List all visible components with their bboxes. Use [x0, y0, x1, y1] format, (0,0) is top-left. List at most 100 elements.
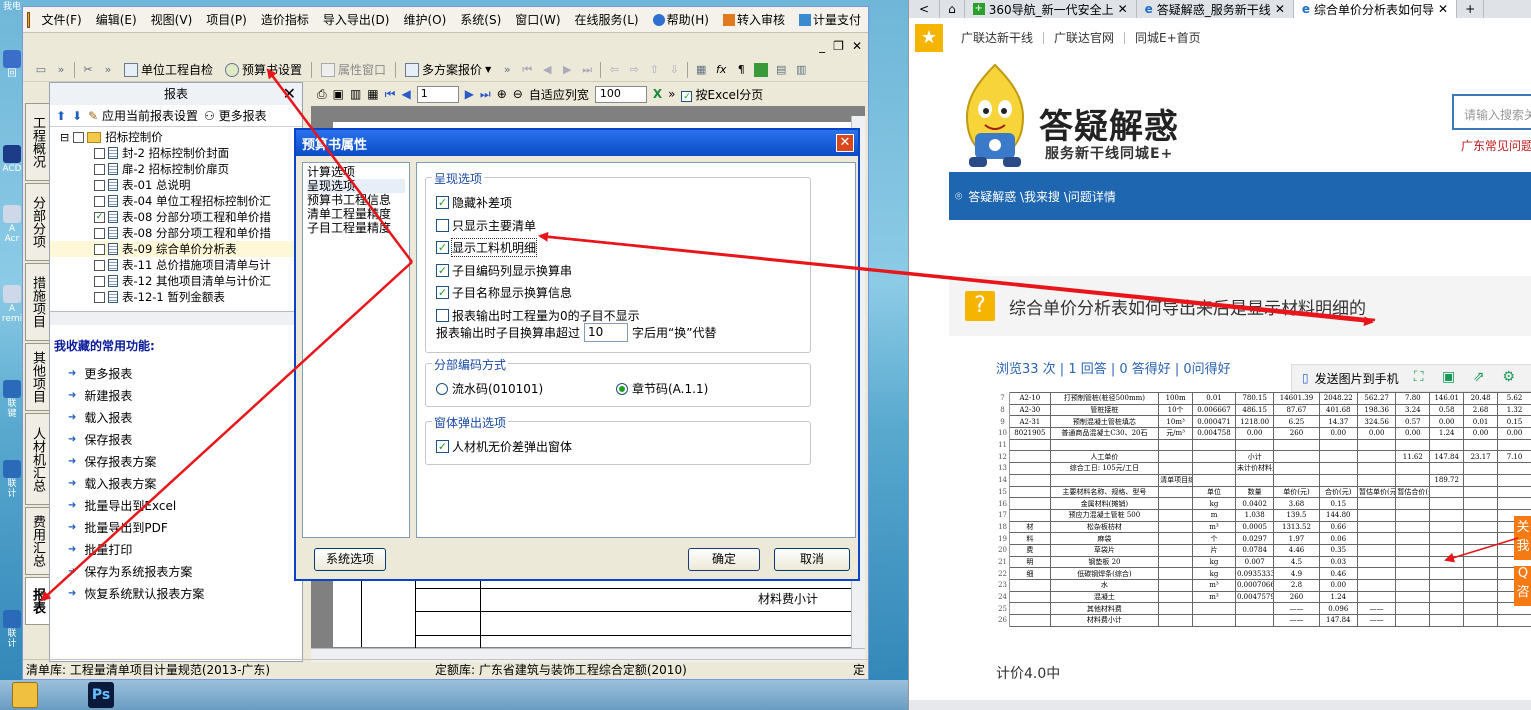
folder-taskbar-icon[interactable]: [12, 682, 38, 708]
checkbox[interactable]: [94, 179, 105, 191]
apply-report-settings-button[interactable]: ✎ 应用当前报表设置: [88, 107, 198, 124]
toolbar-more-icon[interactable]: »: [500, 63, 514, 77]
cut-icon[interactable]: ✂: [81, 63, 95, 77]
report-tree-item[interactable]: 表-04 单位工程招标控制价汇: [50, 193, 302, 209]
report-tree-item[interactable]: 封-2 招标控制价封面: [50, 145, 302, 161]
faq-link[interactable]: 广东常见问题: [1461, 137, 1531, 154]
menu-import-export[interactable]: 导入导出(D): [316, 11, 397, 28]
display-option[interactable]: ✓ 显示工料机明细: [436, 238, 538, 257]
system-options-button[interactable]: 系统选项: [314, 548, 386, 571]
checkbox[interactable]: [94, 275, 105, 287]
desktop-icon[interactable]: 联 计: [0, 460, 24, 499]
multi-page-icon[interactable]: ▦: [367, 87, 378, 101]
favorite-function-link[interactable]: ➜ 批量打印: [50, 538, 302, 560]
dialog-category-item[interactable]: 预算书工程信息: [307, 193, 405, 207]
menu-window[interactable]: 窗口(W): [508, 11, 567, 28]
move-down-icon[interactable]: ⬇: [72, 109, 82, 123]
checkbox[interactable]: [94, 227, 105, 239]
dialog-category-item[interactable]: 计算选项: [307, 165, 405, 179]
collapse-icon[interactable]: ⊟: [60, 131, 69, 144]
favorite-function-link[interactable]: ➜ 批量导出到PDF: [50, 516, 302, 538]
app-logo-icon[interactable]: [27, 11, 31, 28]
zoom-out-icon[interactable]: ⊖: [513, 87, 523, 101]
zoom-in-icon[interactable]: ⊕: [497, 87, 507, 101]
prev-page-icon[interactable]: ◀: [401, 87, 410, 101]
favorite-function-link[interactable]: ➜ 更多报表: [50, 362, 302, 384]
tab-other-items[interactable]: 其他项目: [25, 343, 49, 411]
dialog-category-item[interactable]: 清单工程量精度: [307, 207, 405, 221]
floating-consult-button[interactable]: Q 咨: [1514, 566, 1531, 606]
right-arrow-icon[interactable]: ⇨: [627, 63, 641, 77]
breadcrumb[interactable]: 答疑解惑 \我来搜 \问题详情: [968, 188, 1116, 205]
tree-horizontal-scrollbar[interactable]: [50, 311, 302, 325]
report-tree-item[interactable]: 扉-2 招标控制价扉页: [50, 161, 302, 177]
next-icon[interactable]: ▶: [560, 63, 574, 77]
favorite-function-link[interactable]: ➜ 保存报表: [50, 428, 302, 450]
desktop-icon[interactable]: ACD: [0, 145, 24, 174]
menu-transfer-audit[interactable]: 转入审核: [716, 11, 792, 28]
exceed-length-input[interactable]: 10: [584, 323, 629, 342]
single-page-icon[interactable]: ▣: [333, 87, 344, 101]
menu-project[interactable]: 项目(P): [199, 11, 254, 28]
more-reports-button[interactable]: ⚇ 更多报表: [204, 107, 267, 124]
menu-system[interactable]: 系统(S): [453, 11, 508, 28]
dialog-category-item[interactable]: 呈现选项: [307, 179, 405, 193]
tab-close-icon[interactable]: ✕: [1438, 2, 1448, 16]
first-page-icon[interactable]: ⏮: [385, 87, 396, 102]
printer-icon[interactable]: ⎙: [317, 87, 327, 102]
favorite-function-link[interactable]: ➜ 载入报表: [50, 406, 302, 428]
checkbox[interactable]: [73, 131, 85, 143]
close-icon[interactable]: ✕: [283, 83, 296, 105]
excel-paging-checkbox[interactable]: ✓ 按Excel分页: [681, 86, 763, 103]
checkbox[interactable]: [94, 243, 105, 255]
tab-reports[interactable]: 报表: [25, 577, 49, 625]
report-tree-item[interactable]: 表-12 其他项目清单与计价汇: [50, 273, 302, 289]
close-icon[interactable]: ✕: [852, 39, 862, 53]
menu-cost-index[interactable]: 造价指标: [254, 11, 316, 28]
display-option[interactable]: 报表输出时工程量为0的子目不显示: [436, 307, 640, 324]
fav-link-city-eplus[interactable]: 同城E+首页: [1125, 32, 1211, 44]
tab-close-icon[interactable]: ✕: [1275, 2, 1285, 16]
close-icon[interactable]: ✕: [836, 134, 854, 152]
tab-sub-items[interactable]: 分部分项: [25, 183, 49, 261]
tab-measures[interactable]: 措施项目: [25, 263, 49, 341]
share-icon[interactable]: ⇗: [1469, 369, 1489, 387]
favorite-function-link[interactable]: ➜ 恢复系统默认报表方案: [50, 582, 302, 604]
display-option[interactable]: ✓ 子目名称显示换算信息: [436, 284, 572, 301]
favorite-function-link[interactable]: ➜ 载入报表方案: [50, 472, 302, 494]
report-tree-item[interactable]: 表-01 总说明: [50, 177, 302, 193]
menu-file[interactable]: 文件(F): [34, 11, 88, 28]
minimize-icon[interactable]: _: [819, 39, 825, 53]
display-option[interactable]: ✓ 子目编码列显示换算串: [436, 262, 572, 279]
dialog-category-item[interactable]: 子目工程量精度: [307, 221, 405, 235]
cancel-button[interactable]: 取消: [774, 548, 850, 571]
favorite-function-link[interactable]: ➜ 新建报表: [50, 384, 302, 406]
formula-icon[interactable]: fx: [714, 63, 728, 77]
last-page-icon[interactable]: ⏭: [480, 87, 491, 102]
multi-plan-quote-button[interactable]: 多方案报价 ▼: [399, 60, 497, 80]
first-page-icon[interactable]: ⏮: [520, 63, 534, 77]
settings-icon[interactable]: ⚙: [1499, 369, 1519, 387]
star-icon[interactable]: ★: [915, 24, 943, 52]
option-popup-no-price-diff[interactable]: ✓ 人材机无价差弹出窗体: [436, 438, 572, 455]
checkbox[interactable]: [94, 163, 105, 175]
menu-online-service[interactable]: 在线服务(L): [568, 11, 646, 28]
left-arrow-icon[interactable]: ⇦: [607, 63, 621, 77]
ok-button[interactable]: 确定: [688, 548, 760, 571]
report-tree-item[interactable]: 表-12-1 暂列金额表: [50, 289, 302, 305]
favorite-function-link[interactable]: ➜ 保存报表方案: [50, 450, 302, 472]
fav-link-glodon-newline[interactable]: 广联达新干线: [951, 32, 1045, 44]
list-icon[interactable]: ▥: [794, 63, 808, 77]
property-window-button[interactable]: 属性窗口: [315, 60, 392, 80]
checkbox-checked[interactable]: ✓: [94, 211, 105, 223]
send-to-phone-button[interactable]: 发送图片到手机: [1315, 370, 1399, 387]
restore-icon[interactable]: ❐: [833, 39, 844, 53]
desktop-icon[interactable]: 联 计: [0, 610, 24, 649]
report-tree-item[interactable]: 表-11 总价措施项目清单与计: [50, 257, 302, 273]
favorite-function-link[interactable]: ➜ 保存为系统报表方案: [50, 560, 302, 582]
tab-qa[interactable]: e 答疑解惑_服务新干线 ✕: [1137, 0, 1294, 18]
last-page-icon[interactable]: ⏭: [580, 63, 594, 77]
next-page-icon[interactable]: ▶: [465, 87, 474, 101]
down-arrow-icon[interactable]: ⇩: [667, 63, 681, 77]
move-up-icon[interactable]: ⬆: [56, 109, 66, 123]
